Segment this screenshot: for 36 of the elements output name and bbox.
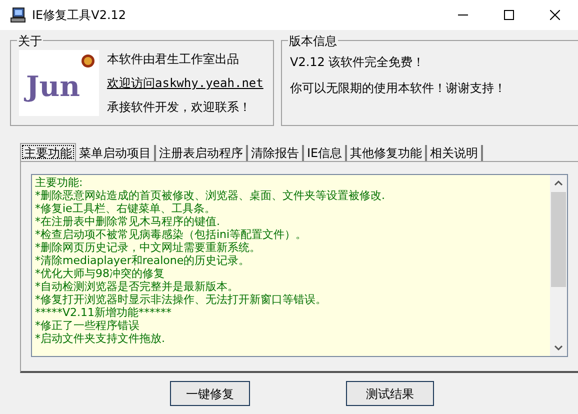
text-line: *修复打开浏览器时显示非法操作、无法打开新窗口等错误。 <box>35 293 328 306</box>
text-line: *****V2.11新增功能****** <box>35 306 173 319</box>
tab[interactable]: 注册表启动程序 <box>156 145 248 161</box>
version-text: 你可以无限期的使用本软件！谢谢支持！ <box>290 80 507 97</box>
action-button[interactable]: 一键修复 <box>170 381 250 406</box>
version-text: V2.12 该软件完全免费！ <box>290 54 426 71</box>
text-line: *检查启动项不被常见病毒感染（包括ini等配置文件）。 <box>35 228 308 241</box>
scrollbar[interactable] <box>550 175 567 356</box>
action-button[interactable]: 测试结果 <box>346 381 434 406</box>
computer-icon <box>10 7 26 23</box>
text-line: *启动文件夹支持文件拖放. <box>35 332 166 345</box>
text-line: *删除恶意网站造成的首页被修改、浏览器、桌面、文件夹等设置被修改. <box>35 189 386 202</box>
text-line: *修正了一些程序错误 <box>35 319 140 332</box>
scroll-thumb[interactable] <box>551 192 566 287</box>
logo-text: Jun <box>24 69 81 105</box>
text-line: *在注册表中删除常见木马程序的键值. <box>35 215 221 228</box>
maximize-icon <box>504 10 514 20</box>
about-text: 承接软件开发，欢迎联系！ <box>107 99 252 116</box>
tab[interactable]: 相关说明 <box>427 145 484 161</box>
group-title: 版本信息 <box>288 32 338 50</box>
text-line: 主要功能: <box>35 176 84 189</box>
about-text: 本软件由君生工作室出品 <box>107 51 240 68</box>
tab[interactable]: 菜单启动项目 <box>76 145 156 161</box>
website-link[interactable]: 欢迎访问askwhy.yeah.net <box>107 74 264 92</box>
tab[interactable]: 清除报告 <box>248 145 304 161</box>
text-area[interactable] <box>31 174 568 357</box>
close-icon <box>550 10 560 20</box>
text-line: *自动检测浏览器是否完整并是最新版本。 <box>35 280 240 293</box>
tab[interactable]: 主要功能 <box>20 143 76 161</box>
text-line: *优化大师与98冲突的修复 <box>35 267 166 280</box>
text-line: *删除网页历史记录，中文网址需要重新系统。 <box>35 241 262 254</box>
window-title: IE修复工具V2.12 <box>32 7 126 24</box>
group-title: 关于 <box>17 32 43 50</box>
text-line: *清除mediaplayer和realone的历史记录。 <box>35 254 251 267</box>
tab[interactable]: 其他修复功能 <box>347 145 428 161</box>
text-line: *修复ie工具栏、右键菜单、工具条。 <box>35 202 216 215</box>
